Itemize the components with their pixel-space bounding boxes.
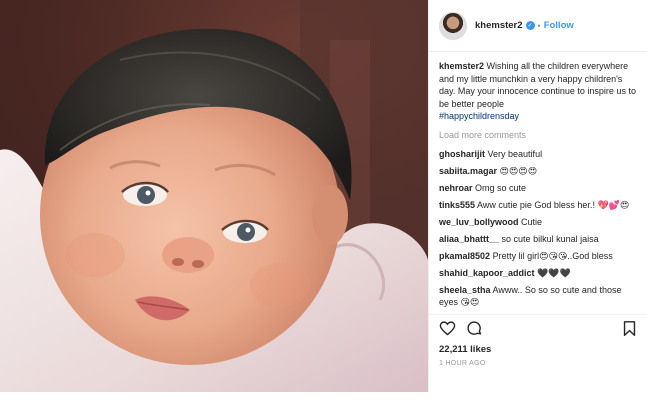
comment-item: pkamal8502 Pretty lil girl😍😘😘..God bless [439,250,637,262]
avatar[interactable] [439,11,467,40]
comment-username[interactable]: nehroar [439,183,473,193]
comment-username[interactable]: sabiita.magar [439,166,497,176]
comment-text: 🖤🖤🖤 [537,267,571,278]
load-more-comments-button[interactable]: Load more comments [439,130,637,140]
comment-text: 😍😍😍😍 [499,165,538,176]
comment-text: Very beautiful [487,148,543,159]
post-header: khemster2 ✓ • Follow [429,0,647,52]
comment-bubble-icon[interactable] [466,320,483,337]
verified-badge-icon: ✓ [525,21,535,30]
comment-text: Aww cutie pie God bless her.! 💖💕😍 [477,199,630,210]
header-separator: • [537,20,541,31]
comment-item: sabiita.magar 😍😍😍😍 [439,165,637,177]
comment-text: Pretty lil girl😍😘😘..God bless [492,250,613,261]
comment-text: Omg so cute [475,182,527,193]
comment-username[interactable]: shahid_kapoor_addict [439,268,535,278]
post-caption: khemster2 Wishing all the children every… [439,60,637,123]
comment-item: we_luv_bollywood Cutie [439,216,637,228]
comment-username[interactable]: aliaa_bhattt__ [439,234,499,244]
comment-username[interactable]: tinks555 [439,200,475,210]
comment-item: sheela_stha Awww.. So so so cute and tho… [439,284,637,308]
caption-hashtag[interactable]: #happychildrensday [439,110,637,123]
follow-button[interactable]: Follow [544,20,574,31]
comment-item: aliaa_bhattt__ so cute bilkul kunal jais… [439,233,637,245]
comment-username[interactable]: we_luv_bollywood [439,217,519,227]
caption-username[interactable]: khemster2 [439,61,484,71]
post-image[interactable] [0,0,428,392]
comment-text: Cutie [521,216,543,227]
comment-username[interactable]: sheela_stha [439,285,491,295]
comment-item: nehroar Omg so cute [439,182,637,194]
heart-outline-icon[interactable] [439,320,456,337]
comment-username[interactable]: ghosharijit [439,149,485,159]
comment-item: shahid_kapoor_addict 🖤🖤🖤 [439,267,637,279]
comment-text: so cute bilkul kunal jaisa [501,233,599,244]
post-timestamp: 1 HOUR AGO [439,360,486,367]
post-side-panel: khemster2 ✓ • Follow khemster2 Wishing a… [428,0,647,392]
comment-item: tinks555 Aww cutie pie God bless her.! 💖… [439,199,637,211]
comments-section: khemster2 Wishing all the children every… [429,52,647,314]
post-actions-bar [429,314,647,342]
instagram-post-screenshot: khemster2 ✓ • Follow khemster2 Wishing a… [0,0,647,400]
bookmark-icon[interactable] [621,320,638,337]
comment-username[interactable]: pkamal8502 [439,251,490,261]
likes-count[interactable]: 22,211 likes [439,344,491,355]
author-username[interactable]: khemster2 [475,20,523,31]
comment-item: ghosharijit Very beautiful [439,148,637,160]
baby-portrait-illustration [0,0,428,392]
